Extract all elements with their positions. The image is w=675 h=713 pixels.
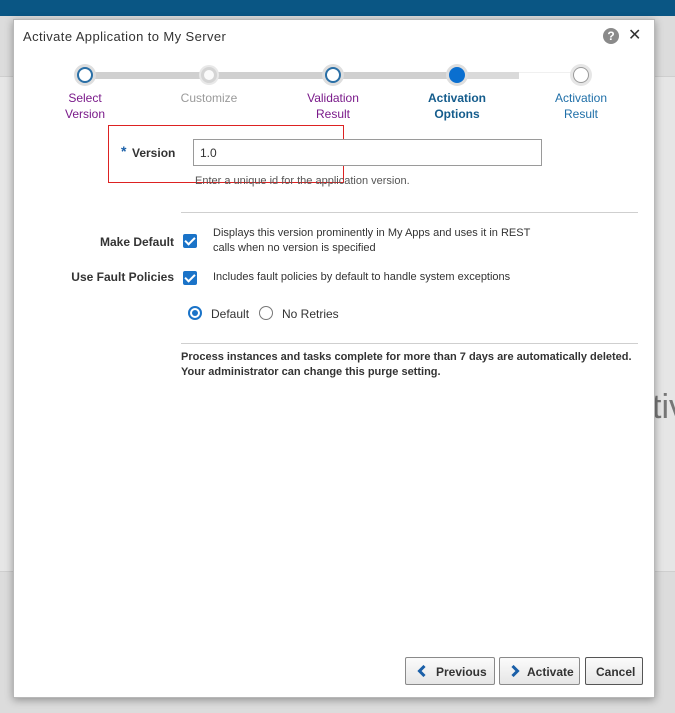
- version-hint: Enter a unique id for the application ve…: [195, 175, 410, 187]
- train-connector: [340, 72, 458, 79]
- cancel-label: Cancel: [596, 665, 636, 679]
- purge-notice: Process instances and tasks complete for…: [181, 351, 632, 378]
- train-label-line: Activation: [427, 91, 486, 105]
- chevron-right-icon: [511, 665, 520, 677]
- train-connector: [92, 72, 210, 79]
- train-label-validation-result[interactable]: Validation Result: [283, 90, 383, 122]
- version-input[interactable]: [193, 139, 542, 166]
- cancel-button[interactable]: Cancel: [585, 657, 643, 685]
- make-default-checkbox[interactable]: [183, 234, 197, 248]
- train-connector: [216, 72, 334, 79]
- train-label-line: Result: [315, 107, 350, 121]
- chevron-left-icon: [417, 665, 426, 677]
- train-stop-validation-result[interactable]: [325, 67, 341, 83]
- radio-no-retries-label[interactable]: No Retries: [282, 307, 339, 321]
- train-label-line: Result: [563, 107, 598, 121]
- section-divider: [181, 212, 638, 213]
- radio-default-label[interactable]: Default: [211, 307, 249, 321]
- train-connector: [464, 72, 519, 79]
- fault-policies-description: Includes fault policies by default to ha…: [213, 271, 511, 283]
- train-label-line: Validation: [307, 91, 359, 105]
- section-divider: [181, 343, 638, 344]
- activate-button[interactable]: Activate: [499, 657, 580, 685]
- make-default-label: Make Default: [99, 235, 174, 249]
- background-partial-text: tiv: [652, 388, 675, 426]
- train-label-line: Options: [434, 107, 480, 121]
- train-label-line: Customize: [180, 91, 238, 105]
- train-label-customize: Customize: [159, 90, 259, 106]
- required-marker: *: [121, 143, 127, 159]
- train-label-activation-result[interactable]: Activation Result: [531, 90, 631, 122]
- radio-no-retries[interactable]: [259, 306, 273, 320]
- help-icon[interactable]: ?: [603, 28, 619, 44]
- train-label-line: Activation: [554, 91, 608, 105]
- close-icon[interactable]: ✕: [628, 25, 641, 45]
- fault-policies-checkbox[interactable]: [183, 271, 197, 285]
- previous-button[interactable]: Previous: [405, 657, 495, 685]
- make-default-description: Displays this version prominently in My …: [213, 227, 531, 254]
- train-stop-customize: [201, 67, 217, 83]
- previous-label: Previous: [436, 665, 487, 679]
- train-label-line: Version: [64, 107, 106, 121]
- train-stop-activation-result[interactable]: [573, 67, 589, 83]
- radio-default[interactable]: [188, 306, 202, 320]
- train-stop-activation-options[interactable]: [449, 67, 465, 83]
- train-stop-select-version[interactable]: [77, 67, 93, 83]
- train-label-line: Select: [68, 91, 102, 105]
- activate-dialog: Activate Application to My Server ? ✕ Se…: [13, 19, 655, 698]
- version-label: Version: [132, 146, 176, 160]
- train-label-activation-options[interactable]: Activation Options: [407, 90, 507, 122]
- app-header-bar: [0, 0, 675, 16]
- train-label-select-version[interactable]: Select Version: [35, 90, 135, 122]
- fault-policies-label: Use Fault Policies: [71, 270, 174, 284]
- dialog-title: Activate Application to My Server: [23, 29, 227, 44]
- activate-label: Activate: [527, 665, 574, 679]
